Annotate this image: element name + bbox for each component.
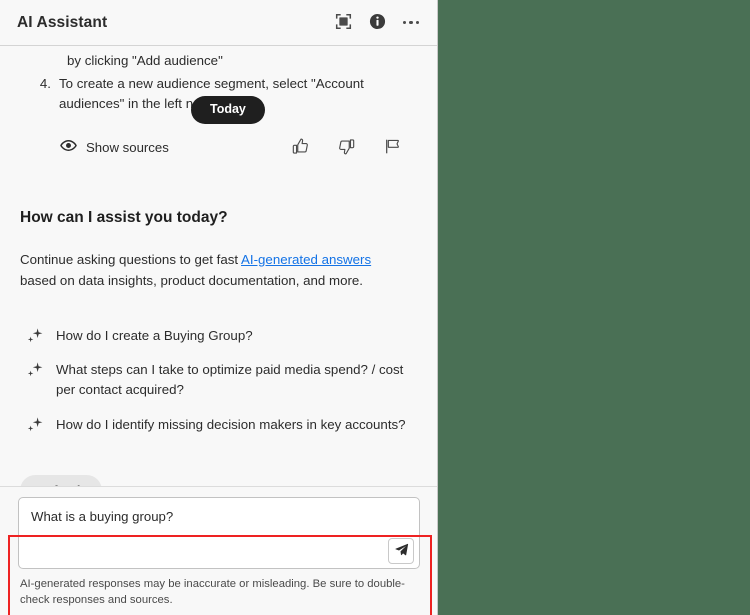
greeting-block: How can I assist you today? Continue ask… xyxy=(0,161,437,292)
greeting-prefix: Continue asking questions to get fast xyxy=(20,251,242,267)
sparkle-icon xyxy=(26,327,44,345)
feedback-icons xyxy=(289,137,419,159)
suggested-prompt-label: What steps can I take to optimize paid m… xyxy=(56,362,404,398)
date-badge: Today xyxy=(191,96,265,124)
sparkle-icon xyxy=(26,361,44,379)
suggested-prompt-label: How do I identify missing decision maker… xyxy=(56,416,406,432)
suggested-prompt-label: How do I create a Buying Group? xyxy=(56,327,253,343)
page-title: AI Assistant xyxy=(17,13,108,31)
send-button[interactable] xyxy=(388,537,414,564)
header-actions xyxy=(329,9,425,37)
maximize-button[interactable] xyxy=(329,9,357,37)
prompt-input-value: What is a buying group? xyxy=(31,508,174,524)
maximize-icon xyxy=(335,13,352,33)
composer: What is a buying group? AI-generated res… xyxy=(0,485,437,609)
screen-root: AI Assistant by clicking "Add audience" … xyxy=(0,0,750,615)
suggested-prompts-list: How do I create a Buying Group? What ste… xyxy=(0,319,437,442)
greeting-description: Continue asking questions to get fast AI… xyxy=(20,249,398,292)
suggested-prompt-2[interactable]: What steps can I take to optimize paid m… xyxy=(20,353,417,407)
ai-generated-answers-link[interactable]: AI-generated answers xyxy=(241,252,371,267)
more-options-icon xyxy=(402,20,420,25)
eye-icon xyxy=(60,139,77,157)
greeting-title: How can I assist you today? xyxy=(20,208,228,226)
panel-header: AI Assistant xyxy=(0,0,437,46)
sparkle-icon xyxy=(26,416,44,434)
conversation-scroll-area[interactable]: by clicking "Add audience" 4. To create … xyxy=(0,46,437,615)
report-button[interactable] xyxy=(381,137,403,159)
thumbs-up-button[interactable] xyxy=(289,137,311,159)
suggested-prompt-3[interactable]: How do I identify missing decision maker… xyxy=(20,408,417,442)
answer-list-number: 4. xyxy=(39,75,51,91)
more-options-button[interactable] xyxy=(397,9,425,37)
info-icon xyxy=(369,13,386,33)
thumbs-up-icon xyxy=(292,138,309,158)
greeting-suffix: based on data insights, product document… xyxy=(20,273,363,289)
show-sources-label: Show sources xyxy=(86,140,169,156)
thumbs-down-icon xyxy=(338,138,355,158)
show-sources-button[interactable]: Show sources xyxy=(18,139,169,157)
flag-icon xyxy=(384,138,401,158)
info-button[interactable] xyxy=(363,9,391,37)
ai-disclaimer: AI-generated responses may be inaccurate… xyxy=(20,577,405,607)
ai-assistant-panel: AI Assistant by clicking "Add audience" … xyxy=(0,0,438,615)
composer-inner: What is a buying group? AI-generated res… xyxy=(18,487,420,609)
suggested-prompt-1[interactable]: How do I create a Buying Group? xyxy=(20,319,417,353)
thumbs-down-button[interactable] xyxy=(335,137,357,159)
message-actions-row: Show sources xyxy=(18,135,419,161)
send-icon xyxy=(394,542,409,560)
prompt-input[interactable]: What is a buying group? xyxy=(18,496,420,569)
answer-continuation-line: by clicking "Add audience" xyxy=(67,53,223,68)
